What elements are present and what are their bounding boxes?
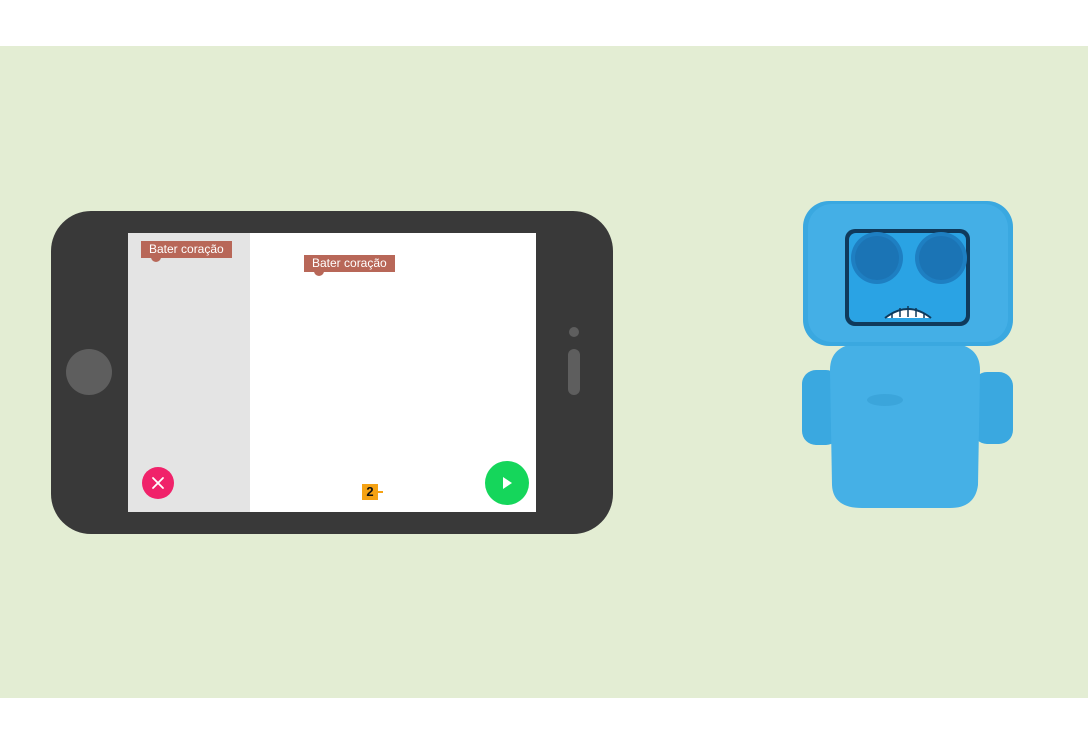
phone-speaker: [568, 349, 580, 395]
phone-home-button: [66, 349, 112, 395]
robot-character: [802, 201, 1013, 508]
repeat-counter-badge[interactable]: 2: [362, 484, 378, 500]
run-button[interactable]: [485, 461, 529, 505]
workspace-block-heartbeat[interactable]: Bater coração: [304, 255, 395, 276]
robot-body: [830, 343, 980, 508]
phone-camera-dot: [569, 327, 579, 337]
play-icon: [503, 477, 512, 489]
clear-button[interactable]: [142, 467, 174, 499]
palette-block-heartbeat[interactable]: Bater coração: [141, 241, 232, 262]
close-icon: [152, 477, 164, 489]
counter-connector: [378, 491, 383, 493]
app-screen: Bater coração Bater coração 2: [128, 233, 536, 512]
